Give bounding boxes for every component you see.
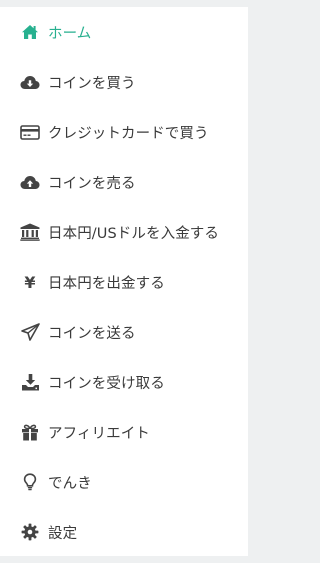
sidebar-item-buy-coin[interactable]: コインを買う [0,57,248,107]
sidebar-item-label: クレジットカードで買う [48,125,209,142]
bank-icon [19,221,41,243]
sidebar-item-label: アフィリエイト [48,425,150,442]
sidebar-item-sell-coin[interactable]: コインを売る [0,157,248,207]
sidebar-item-deposit[interactable]: 日本円/USドルを入金する [0,207,248,257]
sidebar-item-label: でんき [48,475,92,492]
sidebar-item-credit-card[interactable]: クレジットカードで買う [0,107,248,157]
download-tray-icon [19,371,41,393]
sidebar-item-label: コインを受け取る [48,375,165,392]
sidebar-item-label: ホーム [48,25,92,42]
cloud-upload-icon [19,171,41,193]
paper-plane-icon [19,321,41,343]
sidebar-item-home[interactable]: ホーム [0,7,248,57]
sidebar-item-settings[interactable]: 設定 [0,507,248,557]
sidebar-menu: ホーム コインを買う クレジットカードで買う コインを売る 日本円/USドルを入… [0,7,248,557]
home-icon [19,21,41,43]
sidebar-item-label: 設定 [48,525,78,542]
sidebar-panel: ホーム コインを買う クレジットカードで買う コインを売る 日本円/USドルを入… [0,7,248,556]
lightbulb-icon [19,471,41,493]
sidebar-item-label: 日本円を出金する [48,275,165,292]
gear-icon [19,521,41,543]
sidebar-item-denki[interactable]: でんき [0,457,248,507]
sidebar-item-withdraw[interactable]: ¥ 日本円を出金する [0,257,248,307]
sidebar-item-label: コインを売る [48,175,136,192]
yen-glyph: ¥ [24,272,36,292]
sidebar-item-send-coin[interactable]: コインを送る [0,307,248,357]
yen-icon: ¥ [19,271,41,293]
gift-icon [19,421,41,443]
sidebar-item-receive-coin[interactable]: コインを受け取る [0,357,248,407]
cloud-download-icon [19,71,41,93]
credit-card-icon [19,121,41,143]
sidebar-item-label: コインを送る [48,325,136,342]
sidebar-item-affiliate[interactable]: アフィリエイト [0,407,248,457]
sidebar-item-label: 日本円/USドルを入金する [48,225,220,242]
sidebar-item-label: コインを買う [48,75,136,92]
